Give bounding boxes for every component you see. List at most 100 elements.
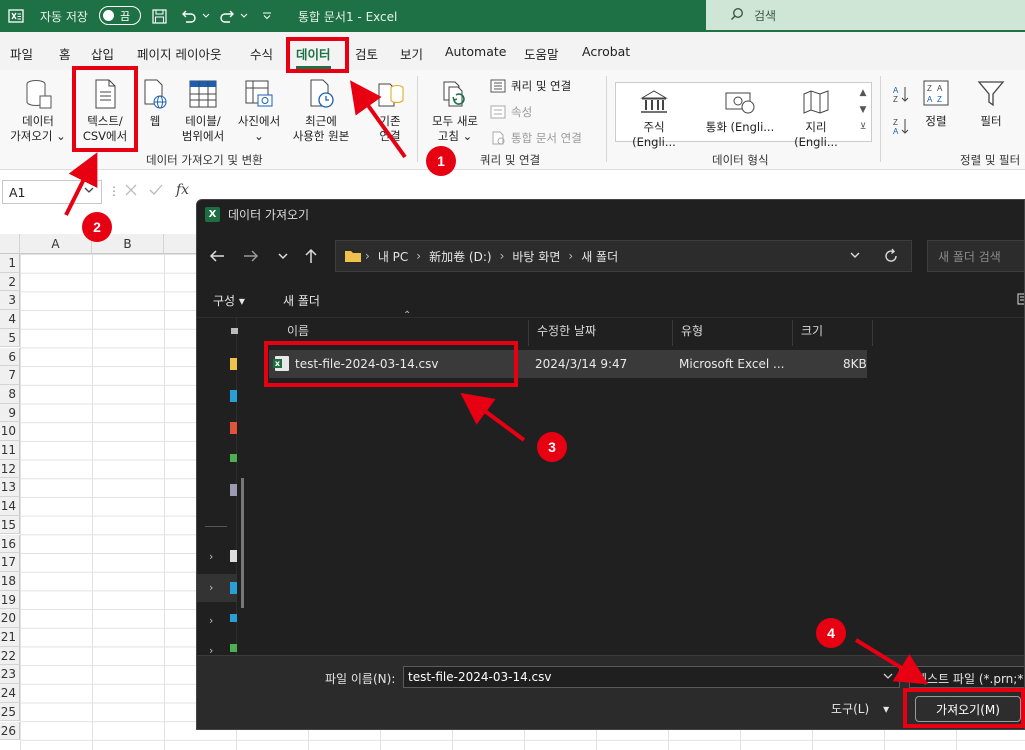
row-header[interactable]: 6 bbox=[0, 347, 20, 367]
row-header[interactable]: 7 bbox=[0, 366, 20, 385]
row-header[interactable]: 23 bbox=[0, 665, 20, 685]
view-options-icon[interactable] bbox=[1017, 292, 1024, 309]
refresh-icon[interactable] bbox=[883, 248, 899, 264]
tab-formulas[interactable]: 수식 bbox=[250, 44, 273, 63]
column-header-modified[interactable]: 수정한 날짜 bbox=[529, 320, 673, 346]
tab-help[interactable]: 도움말 bbox=[524, 44, 559, 63]
forward-arrow-icon[interactable] bbox=[241, 244, 261, 268]
row-header[interactable]: 9 bbox=[0, 403, 20, 423]
breadcrumb-this-pc[interactable]: 내 PC bbox=[378, 248, 408, 265]
folder-icon[interactable] bbox=[230, 484, 237, 496]
breadcrumb-desktop[interactable]: 바탕 화면 bbox=[512, 248, 560, 265]
redo-icon[interactable] bbox=[218, 0, 236, 32]
row-header[interactable]: 25 bbox=[0, 702, 20, 722]
address-bar[interactable]: › 내 PC › 新加卷 (D:) › 바탕 화면 › 새 폴더 bbox=[335, 240, 912, 272]
redo-dropdown-icon[interactable] bbox=[240, 0, 248, 32]
chevron-down-icon[interactable] bbox=[83, 184, 95, 196]
folder-icon[interactable] bbox=[230, 454, 237, 462]
row-header[interactable]: 16 bbox=[0, 534, 20, 554]
stocks-data-type[interactable]: 주식 (Engli... bbox=[622, 89, 686, 149]
search-box[interactable]: 검색 bbox=[706, 0, 1025, 30]
tab-automate[interactable]: Automate bbox=[445, 44, 506, 59]
row-header[interactable]: 12 bbox=[0, 459, 20, 479]
column-header-type[interactable]: 유형 bbox=[673, 320, 793, 346]
properties-button[interactable]: 속성 bbox=[490, 104, 532, 120]
name-box[interactable]: A1 bbox=[2, 180, 102, 204]
row-header[interactable]: 24 bbox=[0, 684, 20, 703]
row-header[interactable]: 21 bbox=[0, 628, 20, 647]
tab-file[interactable]: 파일 bbox=[10, 44, 33, 63]
select-all-corner[interactable] bbox=[0, 234, 20, 254]
get-data-button[interactable]: 데이터 가져오기 ⌄ bbox=[10, 78, 66, 144]
expand-chevron-icon[interactable]: › bbox=[209, 614, 213, 627]
tools-button[interactable]: 도구(L) ▾ bbox=[831, 700, 889, 717]
row-header[interactable]: 26 bbox=[0, 721, 20, 741]
column-header-a[interactable]: A bbox=[20, 234, 92, 254]
undo-dropdown-icon[interactable] bbox=[202, 0, 210, 32]
nav-selected-item[interactable]: › bbox=[197, 574, 237, 602]
row-header[interactable]: 11 bbox=[0, 441, 20, 460]
from-picture-button[interactable]: 사진에서 ⌄ bbox=[232, 78, 286, 144]
organize-button[interactable]: 구성 ▾ bbox=[213, 292, 245, 309]
row-header[interactable]: 2 bbox=[0, 272, 20, 292]
currencies-data-type[interactable]: 통화 (Engli... bbox=[704, 89, 776, 135]
row-header[interactable]: 22 bbox=[0, 646, 20, 666]
row-header[interactable]: 20 bbox=[0, 609, 20, 628]
column-header-size[interactable]: 크기 bbox=[793, 320, 873, 346]
gallery-scroll[interactable]: ▲ ▼ ⊻ bbox=[857, 85, 869, 139]
row-header[interactable]: 10 bbox=[0, 422, 20, 441]
from-table-button[interactable]: 테이블/ 범위에서 bbox=[176, 78, 230, 144]
cancel-entry-icon[interactable] bbox=[124, 183, 138, 200]
row-header[interactable]: 4 bbox=[0, 310, 20, 329]
tab-home[interactable]: 홈 bbox=[59, 44, 71, 63]
row-header[interactable]: 17 bbox=[0, 553, 20, 572]
confirm-entry-icon[interactable] bbox=[148, 183, 164, 200]
filter-button[interactable]: 필터 bbox=[970, 78, 1012, 129]
this-pc-icon[interactable] bbox=[230, 550, 237, 562]
linux-icon[interactable] bbox=[230, 644, 237, 652]
customize-qat-icon[interactable] bbox=[262, 0, 272, 32]
recent-sources-button[interactable]: 최근에 사용한 원본 bbox=[288, 78, 354, 144]
save-icon[interactable] bbox=[152, 0, 167, 32]
from-web-button[interactable]: 웹 bbox=[140, 78, 170, 129]
tab-acrobat[interactable]: Acrobat bbox=[582, 44, 630, 59]
sort-descending-button[interactable]: ZA bbox=[892, 116, 910, 136]
folder-icon[interactable] bbox=[230, 422, 237, 434]
network-icon[interactable] bbox=[230, 614, 237, 622]
folder-search-input[interactable]: 새 폴더 검색 bbox=[927, 240, 1024, 272]
breadcrumb-drive[interactable]: 新加卷 (D:) bbox=[429, 248, 491, 265]
row-header[interactable]: 5 bbox=[0, 328, 20, 348]
row-header[interactable]: 1 bbox=[0, 254, 20, 273]
row-header[interactable]: 3 bbox=[0, 291, 20, 311]
row-header[interactable]: 18 bbox=[0, 571, 20, 591]
up-arrow-icon[interactable] bbox=[301, 244, 321, 268]
autosave-toggle[interactable]: 끔 bbox=[99, 6, 141, 25]
row-header[interactable]: 19 bbox=[0, 590, 20, 610]
breadcrumb-new-folder[interactable]: 새 폴더 bbox=[581, 248, 618, 265]
tab-insert[interactable]: 삽입 bbox=[91, 44, 114, 63]
workbook-links-button[interactable]: 통합 문서 연결 bbox=[490, 130, 582, 146]
existing-connections-button[interactable]: 기존 연결 bbox=[370, 78, 410, 144]
tab-review[interactable]: 검토 bbox=[355, 44, 378, 63]
recent-locations-chevron-icon[interactable] bbox=[273, 244, 293, 268]
back-arrow-icon[interactable] bbox=[207, 244, 227, 268]
tab-page-layout[interactable]: 페이지 레이아웃 bbox=[137, 44, 221, 63]
folder-icon[interactable] bbox=[230, 358, 237, 370]
chevron-down-icon[interactable] bbox=[882, 670, 894, 682]
refresh-all-button[interactable]: 모두 새로 고침 ⌄ bbox=[424, 78, 486, 144]
nav-scrollbar[interactable] bbox=[241, 478, 244, 608]
new-folder-button[interactable]: 새 폴더 bbox=[283, 292, 320, 309]
filetype-select[interactable]: 텍스트 파일 (*.prn;*.txt;*.csv) bbox=[909, 666, 1024, 688]
filename-input[interactable]: test-file-2024-03-14.csv bbox=[403, 666, 900, 688]
queries-connections-button[interactable]: 쿼리 및 연결 bbox=[490, 78, 571, 94]
row-header[interactable]: 14 bbox=[0, 497, 20, 516]
sort-button[interactable]: ZAAZ 정렬 bbox=[916, 78, 956, 129]
row-header[interactable]: 15 bbox=[0, 515, 20, 535]
folder-icon[interactable] bbox=[230, 390, 237, 402]
row-header[interactable]: 13 bbox=[0, 478, 20, 498]
insert-function-icon[interactable]: fx bbox=[176, 182, 189, 198]
address-dropdown-icon[interactable] bbox=[849, 249, 861, 261]
undo-icon[interactable] bbox=[180, 0, 198, 32]
expand-chevron-icon[interactable]: › bbox=[209, 550, 213, 563]
geography-data-type[interactable]: 지리 (Engli... bbox=[782, 89, 850, 149]
